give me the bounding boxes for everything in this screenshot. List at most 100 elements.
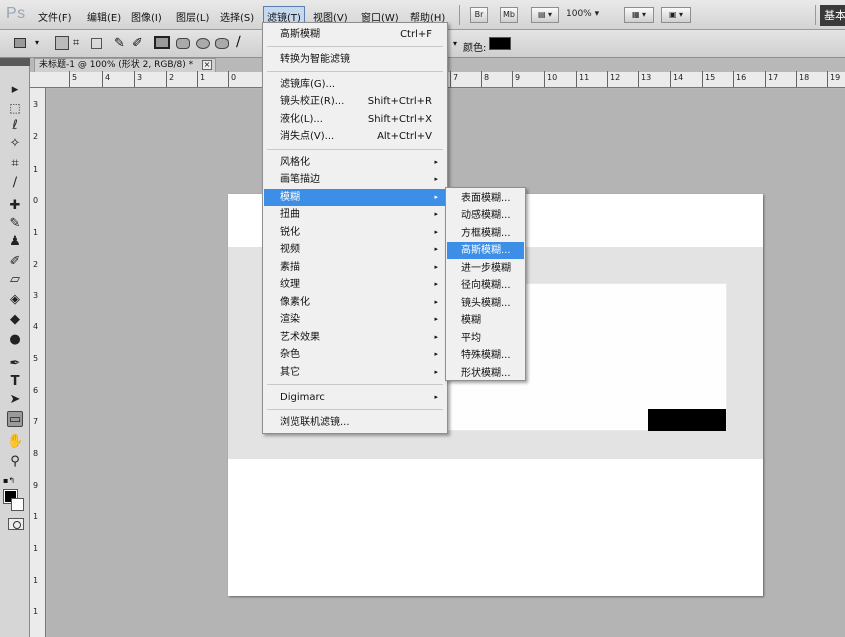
paths-icon[interactable]: ⌗ bbox=[73, 36, 87, 50]
menu-edit[interactable]: 编辑(E) bbox=[87, 9, 121, 24]
pen-tool-icon[interactable]: ✒ bbox=[7, 356, 23, 372]
smart-blur-item[interactable]: 特殊模糊... bbox=[447, 347, 524, 364]
arrange-documents-button[interactable]: ▦ ▾ bbox=[624, 7, 654, 23]
rectangle-shape-icon[interactable] bbox=[154, 36, 170, 49]
submenu-noise[interactable]: 杂色 ▸ bbox=[264, 346, 446, 363]
eraser-tool-icon[interactable]: ▱ bbox=[7, 272, 23, 288]
submenu-arrow-icon: ▸ bbox=[434, 175, 438, 183]
eyedropper-tool-icon[interactable]: ∕ bbox=[7, 175, 23, 191]
vertical-ruler[interactable]: 3 2 1 0 1 2 3 4 5 6 7 8 9 1 1 1 1 bbox=[30, 88, 46, 637]
polygon-icon[interactable] bbox=[215, 38, 229, 49]
menu-select[interactable]: 选择(S) bbox=[220, 9, 254, 24]
ruler-label: 4 bbox=[105, 73, 111, 82]
ruler-label: 8 bbox=[484, 73, 490, 82]
quick-mask-icon[interactable] bbox=[8, 518, 24, 530]
ruler-label: 12 bbox=[610, 73, 621, 82]
ruler-label: 1 bbox=[33, 165, 39, 174]
ellipse-icon[interactable] bbox=[196, 38, 210, 49]
screen-mode-button[interactable]: ▣ ▾ bbox=[661, 7, 691, 23]
submenu-texture[interactable]: 纹理 ▸ bbox=[264, 276, 446, 293]
marquee-tool-icon[interactable]: ⬚ bbox=[7, 100, 23, 116]
submenu-artistic[interactable]: 艺术效果 ▸ bbox=[264, 329, 446, 346]
blur-tool-icon[interactable]: ◆ bbox=[7, 312, 23, 328]
lens-correction-item[interactable]: 镜头校正(R)... Shift+Ctrl+R bbox=[264, 93, 446, 110]
path-selection-tool-icon[interactable]: ➤ bbox=[7, 392, 23, 408]
document-tab[interactable]: 未标题-1 @ 100% (形状 2, RGB/8) * × bbox=[34, 58, 216, 72]
crop-tool-icon[interactable]: ⌗ bbox=[7, 156, 23, 172]
gaussian-blur-item[interactable]: 高斯模糊... bbox=[447, 242, 524, 259]
submenu-video[interactable]: 视频 ▸ bbox=[264, 241, 446, 258]
blur-more-item[interactable]: 进一步模糊 bbox=[447, 260, 524, 277]
mini-bridge-button[interactable]: Mb bbox=[500, 7, 518, 23]
submenu-brush-strokes[interactable]: 画笔描边 ▸ bbox=[264, 171, 446, 188]
submenu-arrow-icon: ▸ bbox=[434, 263, 438, 271]
zoom-tool-icon[interactable]: ⚲ bbox=[7, 454, 23, 470]
close-tab-icon[interactable]: × bbox=[202, 60, 212, 70]
fill-pixels-icon[interactable] bbox=[91, 38, 102, 49]
black-rectangle-shape bbox=[648, 409, 726, 431]
tool-preset-dropdown-icon[interactable]: ▾ bbox=[35, 38, 39, 47]
line-icon[interactable]: ∕ bbox=[236, 34, 250, 50]
average-item[interactable]: 平均 bbox=[447, 330, 524, 347]
submenu-other[interactable]: 其它 ▸ bbox=[264, 364, 446, 381]
tool-preset-icon[interactable] bbox=[14, 38, 26, 48]
submenu-pixelate[interactable]: 像素化 ▸ bbox=[264, 294, 446, 311]
menu-file[interactable]: 文件(F) bbox=[38, 9, 72, 24]
ruler-label: 8 bbox=[33, 449, 39, 458]
menu-image[interactable]: 图像(I) bbox=[131, 9, 162, 24]
paint-bucket-tool-icon[interactable]: ◈ bbox=[7, 292, 23, 308]
lasso-tool-icon[interactable]: ℓ bbox=[7, 118, 23, 134]
shortcut-label: Shift+Ctrl+X bbox=[367, 114, 432, 125]
vanishing-point-item[interactable]: 消失点(V)... Alt+Ctrl+V bbox=[264, 128, 446, 145]
bridge-button[interactable]: Br bbox=[470, 7, 488, 23]
rectangle-tool-icon[interactable]: ▭ bbox=[7, 411, 23, 427]
submenu-stylize[interactable]: 风格化 ▸ bbox=[264, 154, 446, 171]
brush-tool-icon[interactable]: ✎ bbox=[7, 216, 23, 232]
tools-panel-header[interactable] bbox=[0, 58, 30, 66]
last-filter-item[interactable]: 高斯模糊 Ctrl+F bbox=[264, 26, 446, 43]
submenu-arrow-icon: ▸ bbox=[434, 298, 438, 306]
surface-blur-item[interactable]: 表面模糊... bbox=[447, 190, 524, 207]
dodge-tool-icon[interactable]: ● bbox=[7, 332, 23, 348]
submenu-sharpen[interactable]: 锐化 ▸ bbox=[264, 224, 446, 241]
freeform-pen-icon[interactable]: ✐ bbox=[132, 36, 146, 51]
move-tool-icon[interactable]: ▸ bbox=[7, 82, 23, 98]
submenu-distort[interactable]: 扭曲 ▸ bbox=[264, 206, 446, 223]
convert-smart-filters-item[interactable]: 转换为智能滤镜 bbox=[264, 51, 446, 68]
style-dropdown-icon[interactable]: ▾ bbox=[453, 39, 457, 48]
blur-item[interactable]: 模糊 bbox=[447, 312, 524, 329]
box-blur-item[interactable]: 方框模糊... bbox=[447, 225, 524, 242]
zoom-level[interactable]: 100% ▾ bbox=[566, 9, 599, 19]
motion-blur-item[interactable]: 动感模糊... bbox=[447, 207, 524, 224]
submenu-render[interactable]: 渲染 ▸ bbox=[264, 311, 446, 328]
submenu-blur[interactable]: 模糊 ▸ bbox=[264, 189, 446, 206]
filter-gallery-item[interactable]: 滤镜库(G)... bbox=[264, 76, 446, 93]
lens-blur-item[interactable]: 镜头模糊... bbox=[447, 295, 524, 312]
radial-blur-item[interactable]: 径向模糊... bbox=[447, 277, 524, 294]
submenu-digimarc[interactable]: Digimarc ▸ bbox=[264, 389, 446, 406]
default-colors-icon[interactable]: ▪↰ bbox=[3, 476, 15, 485]
type-tool-icon[interactable]: T bbox=[7, 374, 23, 390]
view-extras-button[interactable]: ▤ ▾ bbox=[531, 7, 559, 23]
history-brush-tool-icon[interactable]: ✐ bbox=[7, 254, 23, 270]
shape-layers-icon[interactable] bbox=[55, 36, 69, 50]
menubar-divider-2 bbox=[815, 5, 816, 25]
pen-tool-icon[interactable]: ✎ bbox=[114, 36, 128, 51]
ruler-tick bbox=[228, 71, 229, 87]
shape-blur-item[interactable]: 形状模糊... bbox=[447, 365, 524, 382]
background-color-swatch[interactable] bbox=[11, 498, 24, 511]
shape-color-swatch[interactable] bbox=[489, 37, 511, 50]
quick-select-tool-icon[interactable]: ✧ bbox=[7, 136, 23, 152]
workspace-switcher[interactable]: 基本 bbox=[820, 5, 845, 26]
rounded-rectangle-icon[interactable] bbox=[176, 38, 190, 49]
submenu-sketch[interactable]: 素描 ▸ bbox=[264, 259, 446, 276]
healing-brush-tool-icon[interactable]: ✚ bbox=[7, 198, 23, 214]
ruler-tick bbox=[512, 71, 513, 87]
ruler-label: 1 bbox=[33, 544, 39, 553]
menu-layer[interactable]: 图层(L) bbox=[176, 9, 209, 24]
ruler-label: 1 bbox=[200, 73, 206, 82]
liquify-item[interactable]: 液化(L)... Shift+Ctrl+X bbox=[264, 111, 446, 128]
browse-filters-online-item[interactable]: 浏览联机滤镜... bbox=[264, 414, 446, 431]
hand-tool-icon[interactable]: ✋ bbox=[7, 434, 23, 450]
clone-stamp-tool-icon[interactable]: ♟ bbox=[7, 234, 23, 250]
